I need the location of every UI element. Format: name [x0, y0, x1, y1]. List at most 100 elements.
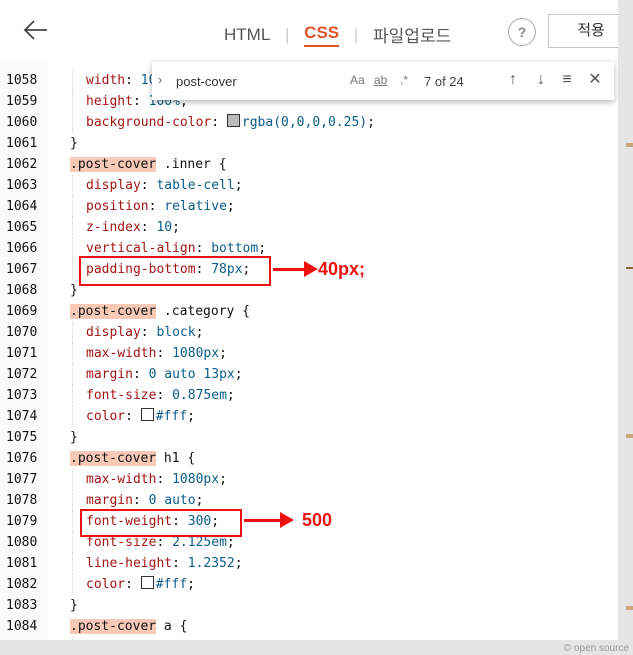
line-number: 1079 [6, 514, 38, 529]
line-number: 1061 [6, 136, 38, 151]
code-line: 1081 line-height: 1.2352; [0, 553, 618, 574]
line-number: 1082 [6, 577, 38, 592]
arrow-down-icon[interactable]: ↓ [530, 68, 552, 92]
css-editor-window: HTML | CSS | 파일업로드 ? 적용 1058width: 100%;… [0, 0, 618, 640]
code-line: 1071 max-width: 1080px; [0, 343, 618, 364]
indent-guide [72, 364, 74, 385]
back-button[interactable] [22, 16, 50, 44]
tab-html[interactable]: HTML [224, 25, 270, 45]
code-line: 1076 .post-cover h1 { [0, 448, 618, 469]
line-number: 1076 [6, 451, 38, 466]
font-weight-arrow-head [280, 512, 294, 528]
indent-guide [72, 238, 74, 259]
line-number: 1071 [6, 346, 38, 361]
code-line: 1061} [0, 133, 618, 154]
scroll-marker [626, 143, 633, 147]
indent-guide [72, 511, 74, 532]
line-number: 1077 [6, 472, 38, 487]
indent-guide [72, 490, 74, 511]
find-widget: › Aa ab .* 7 of 24 ↑ ↓ ≡ ✕ [152, 62, 614, 100]
line-number: 1083 [6, 598, 38, 613]
line-text: max-width: 1080px; [86, 472, 227, 487]
regex-toggle[interactable]: .* [400, 73, 408, 87]
line-number: 1059 [6, 94, 38, 109]
tab-bar: HTML | CSS | 파일업로드 [224, 22, 451, 47]
line-number: 1075 [6, 430, 38, 445]
code-line: 1077 max-width: 1080px; [0, 469, 618, 490]
whole-word-toggle[interactable]: ab [374, 73, 387, 87]
chevron-right-icon[interactable]: › [158, 72, 162, 87]
editor-header: HTML | CSS | 파일업로드 ? 적용 [0, 0, 618, 62]
tab-css[interactable]: CSS [304, 23, 340, 47]
match-case-toggle[interactable]: Aa [350, 73, 365, 87]
code-line: 1075} [0, 427, 618, 448]
line-number: 1066 [6, 241, 38, 256]
code-line: 1070 display: block; [0, 322, 618, 343]
font-weight-note: 500 [302, 510, 333, 530]
line-number: 1070 [6, 325, 38, 340]
help-button[interactable]: ? [508, 18, 536, 46]
footer-note: © open source [563, 643, 629, 654]
indent-guide [72, 553, 74, 574]
line-text: .post-cover .category { [70, 304, 251, 319]
line-number: 1065 [6, 220, 38, 235]
line-number: 1081 [6, 556, 38, 571]
line-number: 1073 [6, 388, 38, 403]
code-line: 1078 margin: 0 auto; [0, 490, 618, 511]
code-line: 1074 color: #fff; [0, 406, 618, 427]
code-line: 1082 color: #fff; [0, 574, 618, 595]
indent-guide [72, 112, 74, 133]
line-text: } [70, 430, 78, 445]
scroll-marker [626, 267, 633, 269]
tab-file-upload[interactable]: 파일업로드 [373, 22, 451, 47]
close-icon[interactable]: ✕ [584, 68, 606, 92]
line-text: color: #fff; [86, 576, 195, 592]
line-number: 1067 [6, 262, 38, 277]
code-line: 1060 background-color: rgba(0,0,0,0.25); [0, 112, 618, 133]
code-editor[interactable]: 1058width: 100%;1059height: 100%;1060bac… [0, 62, 618, 640]
arrow-up-icon[interactable]: ↑ [502, 68, 524, 92]
indent-guide [72, 217, 74, 238]
line-number: 1074 [6, 409, 38, 424]
line-text: margin: 0 auto 13px; [86, 367, 243, 382]
line-number: 1072 [6, 367, 38, 382]
indent-guide [72, 574, 74, 595]
line-text: margin: 0 auto; [86, 493, 204, 508]
right-edge-panel [618, 0, 633, 655]
indent-guide [72, 322, 74, 343]
line-number: 1064 [6, 199, 38, 214]
line-text: display: block; [86, 325, 204, 340]
line-number: 1084 [6, 619, 38, 634]
line-text: color: #fff; [86, 408, 195, 424]
code-line: 1084 .post-cover a { [0, 616, 618, 637]
code-line: 1083} [0, 595, 618, 616]
padding-note: 40px; [318, 259, 366, 279]
line-text: background-color: rgba(0,0,0,0.25); [86, 114, 375, 130]
font-weight-highlight-box [80, 509, 242, 537]
indent-guide [72, 469, 74, 490]
arrow-left-icon [23, 20, 47, 40]
indent-guide [72, 343, 74, 364]
line-text: .post-cover a { [70, 619, 188, 634]
line-number: 1069 [6, 304, 38, 319]
line-number: 1060 [6, 115, 38, 130]
tab-separator: | [285, 24, 290, 44]
line-number: 1063 [6, 178, 38, 193]
apply-button[interactable]: 적용 [548, 14, 618, 48]
indent-guide [72, 259, 74, 280]
indent-guide [72, 196, 74, 217]
line-text: z-index: 10; [86, 220, 180, 235]
code-line: 1065 z-index: 10; [0, 217, 618, 238]
line-text: max-width: 1080px; [86, 346, 227, 361]
line-number: 1068 [6, 283, 38, 298]
indent-guide [72, 70, 74, 91]
line-text: } [70, 283, 78, 298]
line-number: 1080 [6, 535, 38, 550]
code-line: 1063 display: table-cell; [0, 175, 618, 196]
code-line: 1072 margin: 0 auto 13px; [0, 364, 618, 385]
select-all-icon[interactable]: ≡ [556, 68, 578, 92]
line-text: position: relative; [86, 199, 235, 214]
line-text: .post-cover h1 { [70, 451, 196, 466]
line-number: 1078 [6, 493, 38, 508]
padding-arrow-head [304, 261, 318, 277]
